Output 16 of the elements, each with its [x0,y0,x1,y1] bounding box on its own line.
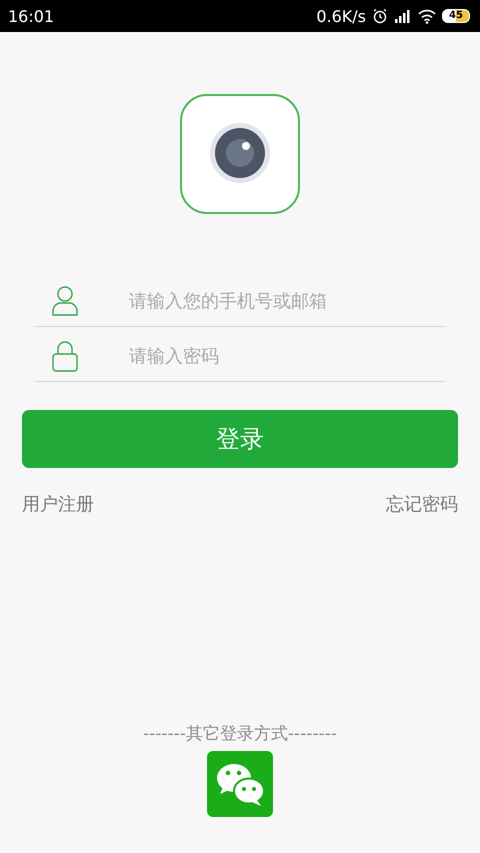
forgot-password-link[interactable]: 忘记密码 [386,492,458,516]
camera-logo-icon [180,94,300,214]
network-speed: 0.6K/s [316,6,366,26]
wifi-icon [418,8,436,24]
chat-bubbles-icon[interactable] [207,751,273,817]
user-icon [52,286,78,316]
other-login-label: -------其它登录方式-------- [142,723,337,745]
register-link[interactable]: 用户注册 [22,492,94,516]
login-button[interactable]: 登录 [22,410,458,468]
signal-icon [394,8,412,24]
alarm-icon [372,8,388,24]
clock-time: 16:01 [8,6,54,26]
password-field[interactable]: 请输入密码 [129,346,445,366]
account-field[interactable]: 请输入您的手机号或邮箱 [129,290,445,312]
lock-icon [52,340,78,372]
battery-indicator: 45 [442,9,470,23]
